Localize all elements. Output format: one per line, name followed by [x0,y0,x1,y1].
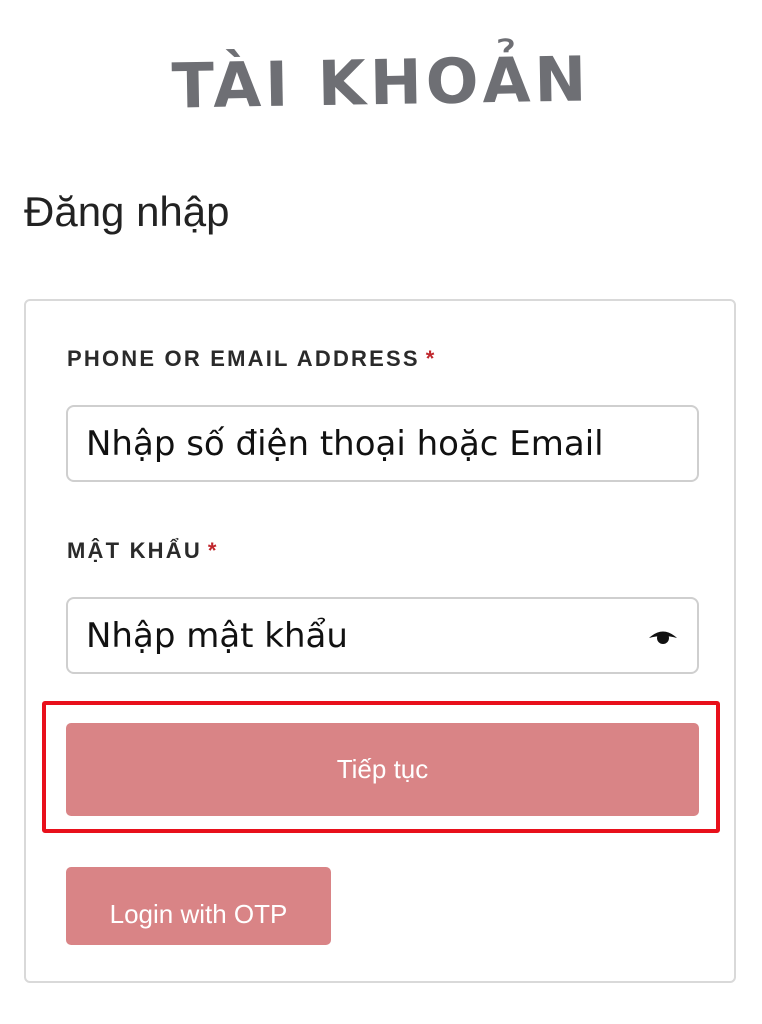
password-field [66,597,699,674]
eye-icon[interactable] [645,619,681,655]
continue-button[interactable]: Tiếp tục [66,723,699,816]
page-title: TÀI KHOẢN [171,42,591,123]
eye-icon-graphic [649,631,677,644]
identifier-label: PHONE OR EMAIL ADDRESS * [67,346,437,372]
login-form-card: PHONE OR EMAIL ADDRESS* MẬT KHẨU* Tiếp t… [24,299,736,983]
identifier-input[interactable] [68,407,697,480]
required-marker: * [425,346,437,371]
login-with-otp-button[interactable]: Login with OTP [66,867,331,945]
password-input[interactable] [68,599,697,672]
password-label-text: MẬT KHẨU [67,538,202,563]
password-label: MẬT KHẨU * [67,538,219,564]
login-heading: Đăng nhập [24,188,230,235]
required-marker: * [207,538,219,563]
identifier-field [66,405,699,482]
identifier-label-text: PHONE OR EMAIL ADDRESS [67,346,420,371]
